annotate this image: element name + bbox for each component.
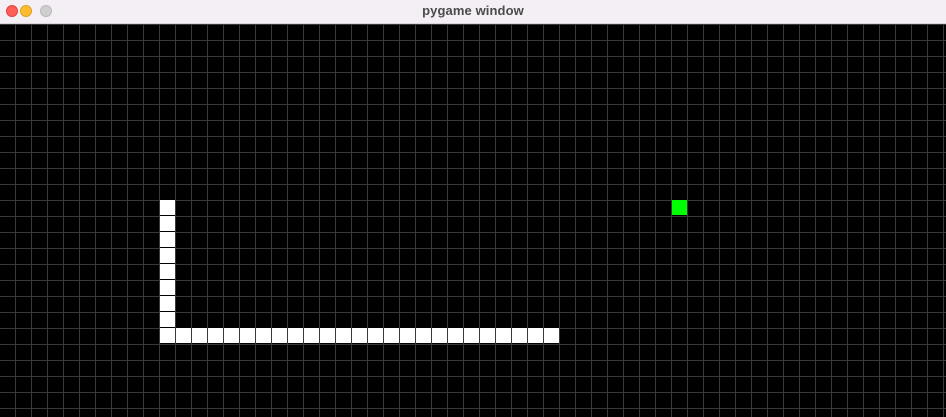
snake-segment bbox=[160, 296, 175, 311]
snake-segment bbox=[304, 328, 319, 343]
game-board bbox=[0, 24, 946, 417]
snake-segment bbox=[352, 328, 367, 343]
window-title: pygame window bbox=[422, 3, 524, 18]
pygame-window: pygame window bbox=[0, 0, 946, 417]
snake-segment bbox=[256, 328, 271, 343]
snake-segment bbox=[192, 328, 207, 343]
snake-segment bbox=[512, 328, 527, 343]
snake-segment bbox=[160, 232, 175, 247]
snake-segment bbox=[544, 328, 559, 343]
snake-segment bbox=[208, 328, 223, 343]
snake-segment bbox=[160, 200, 175, 215]
snake-segment bbox=[432, 328, 447, 343]
snake-segment bbox=[384, 328, 399, 343]
snake-segment bbox=[320, 328, 335, 343]
snake-segment bbox=[160, 264, 175, 279]
snake-segment bbox=[480, 328, 495, 343]
snake-segment bbox=[240, 328, 255, 343]
snake-segment bbox=[496, 328, 511, 343]
snake-segment bbox=[400, 328, 415, 343]
snake-segment bbox=[368, 328, 383, 343]
snake-segment bbox=[416, 328, 431, 343]
food-pellet bbox=[672, 200, 687, 215]
snake-segment bbox=[160, 248, 175, 263]
snake-segment bbox=[176, 328, 191, 343]
snake-segment bbox=[160, 312, 175, 327]
snake-segment bbox=[464, 328, 479, 343]
snake-segment bbox=[448, 328, 463, 343]
snake-segment bbox=[528, 328, 543, 343]
snake-segment bbox=[160, 328, 175, 343]
snake-segment bbox=[160, 216, 175, 231]
snake-segment bbox=[272, 328, 287, 343]
snake-segment bbox=[224, 328, 239, 343]
snake-segment bbox=[288, 328, 303, 343]
title-bar[interactable]: pygame window bbox=[0, 0, 946, 24]
snake-segment bbox=[160, 280, 175, 295]
snake-segment bbox=[336, 328, 351, 343]
